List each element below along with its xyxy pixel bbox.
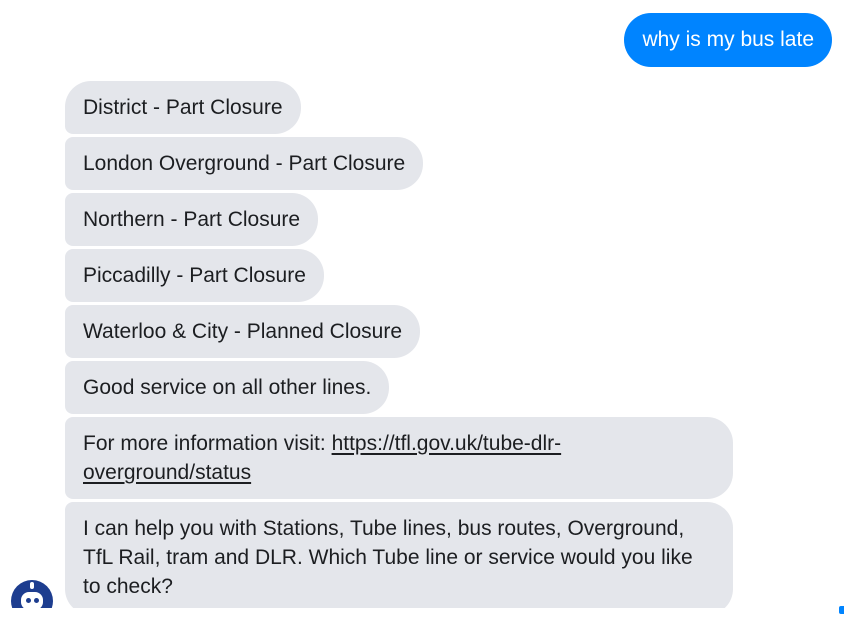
seen-indicator-icon xyxy=(839,606,844,614)
more-info-prefix: For more information visit: xyxy=(83,432,332,455)
bot-message-text: Piccadilly - Part Closure xyxy=(83,264,306,287)
bot-message-text: Waterloo & City - Planned Closure xyxy=(83,320,403,343)
bot-message-piccadilly: Piccadilly - Part Closure xyxy=(65,249,324,302)
chat-thread: why is my bus late District - Part Closu… xyxy=(0,0,844,608)
bot-message-text: Northern - Part Closure xyxy=(83,208,301,231)
bot-message-more-info: For more information visit: https://tfl.… xyxy=(65,417,733,499)
robot-antenna-icon xyxy=(30,582,34,589)
bot-message-text: I can help you with Stations, Tube lines… xyxy=(83,517,693,598)
bot-message-text: District - Part Closure xyxy=(83,96,283,119)
user-message-text: why is my bus late xyxy=(642,28,814,51)
bot-message-group: District - Part Closure London Overgroun… xyxy=(65,81,735,608)
bot-message-london-overground: London Overground - Part Closure xyxy=(65,137,424,190)
bot-message-waterloo-city: Waterloo & City - Planned Closure xyxy=(65,305,421,358)
robot-face-icon xyxy=(21,592,43,608)
bot-message-help: I can help you with Stations, Tube lines… xyxy=(65,502,733,608)
bot-message-district: District - Part Closure xyxy=(65,81,301,134)
bot-message-good-service: Good service on all other lines. xyxy=(65,361,390,414)
robot-eye-icon xyxy=(34,598,39,603)
bot-message-text: London Overground - Part Closure xyxy=(83,152,406,175)
user-message-bubble: why is my bus late xyxy=(624,13,832,67)
bot-message-northern: Northern - Part Closure xyxy=(65,193,319,246)
robot-avatar-icon xyxy=(11,580,53,608)
bot-message-text: Good service on all other lines. xyxy=(83,376,372,399)
robot-eye-icon xyxy=(26,598,31,603)
